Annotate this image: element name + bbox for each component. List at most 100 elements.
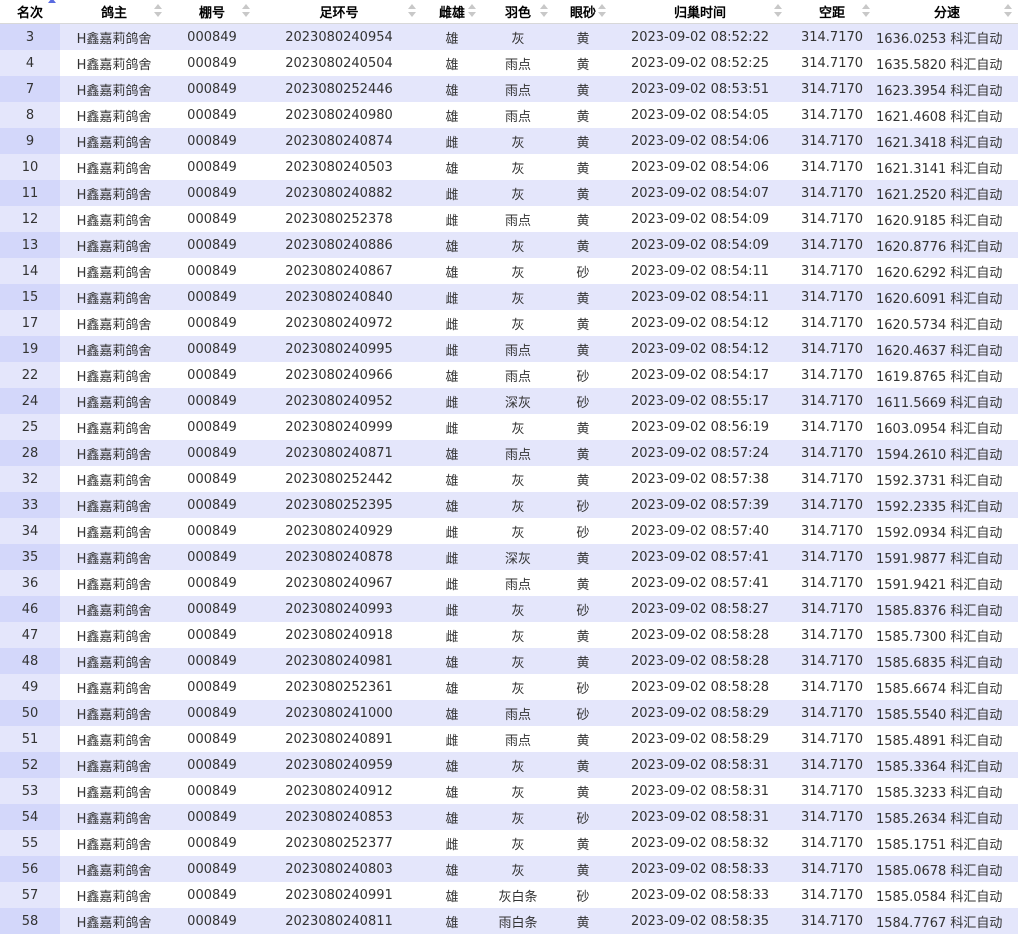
eye-sand-cell: 黄 xyxy=(554,648,612,674)
loft-cell: 000849 xyxy=(168,882,256,908)
column-header-color[interactable]: 羽色 xyxy=(482,0,554,24)
sort-icon[interactable] xyxy=(242,4,250,18)
table-row[interactable]: 47H鑫嘉莉鸽舍0008492023080240918雌灰黄2023-09-02… xyxy=(0,622,1018,648)
table-row[interactable]: 57H鑫嘉莉鸽舍0008492023080240991雄灰白条砂2023-09-… xyxy=(0,882,1018,908)
rank-cell: 55 xyxy=(0,830,60,856)
table-row[interactable]: 11H鑫嘉莉鸽舍0008492023080240882雌灰黄2023-09-02… xyxy=(0,180,1018,206)
table-row[interactable]: 15H鑫嘉莉鸽舍0008492023080240840雌灰黄2023-09-02… xyxy=(0,284,1018,310)
table-row[interactable]: 10H鑫嘉莉鸽舍0008492023080240503雄灰黄2023-09-02… xyxy=(0,154,1018,180)
distance-cell: 314.7170 xyxy=(788,648,876,674)
speed-cell: 1591.9877 科汇自动 xyxy=(876,544,1018,570)
column-header-sex[interactable]: 雌雄 xyxy=(422,0,482,24)
sort-icon[interactable] xyxy=(862,4,870,18)
table-row[interactable]: 55H鑫嘉莉鸽舍0008492023080252377雌灰黄2023-09-02… xyxy=(0,830,1018,856)
table-row[interactable]: 25H鑫嘉莉鸽舍0008492023080240999雌灰黄2023-09-02… xyxy=(0,414,1018,440)
table-row[interactable]: 32H鑫嘉莉鸽舍0008492023080252442雄灰黄2023-09-02… xyxy=(0,466,1018,492)
sex-cell: 雌 xyxy=(422,596,482,622)
arrival-time-cell: 2023-09-02 08:57:40 xyxy=(612,518,788,544)
table-row[interactable]: 53H鑫嘉莉鸽舍0008492023080240912雄灰黄2023-09-02… xyxy=(0,778,1018,804)
ring-number-cell: 2023080240981 xyxy=(256,648,422,674)
eye-sand-cell: 砂 xyxy=(554,388,612,414)
table-row[interactable]: 54H鑫嘉莉鸽舍0008492023080240853雄灰砂2023-09-02… xyxy=(0,804,1018,830)
arrival-time-cell: 2023-09-02 08:54:05 xyxy=(612,102,788,128)
speed-cell: 1621.3418 科汇自动 xyxy=(876,128,1018,154)
sort-icon[interactable] xyxy=(468,4,476,18)
column-header-rank[interactable]: 名次 xyxy=(0,0,60,24)
table-row[interactable]: 48H鑫嘉莉鸽舍0008492023080240981雄灰黄2023-09-02… xyxy=(0,648,1018,674)
table-row[interactable]: 17H鑫嘉莉鸽舍0008492023080240972雌灰黄2023-09-02… xyxy=(0,310,1018,336)
speed-cell: 1585.1751 科汇自动 xyxy=(876,830,1018,856)
speed-cell: 1585.7300 科汇自动 xyxy=(876,622,1018,648)
table-row[interactable]: 50H鑫嘉莉鸽舍0008492023080241000雄雨点砂2023-09-0… xyxy=(0,700,1018,726)
speed-cell: 1584.7767 科汇自动 xyxy=(876,908,1018,934)
column-header-speed[interactable]: 分速 xyxy=(876,0,1018,24)
sex-cell: 雄 xyxy=(422,492,482,518)
table-row[interactable]: 46H鑫嘉莉鸽舍0008492023080240993雌灰砂2023-09-02… xyxy=(0,596,1018,622)
sex-cell: 雄 xyxy=(422,102,482,128)
column-header-eye[interactable]: 眼砂 xyxy=(554,0,612,24)
table-row[interactable]: 51H鑫嘉莉鸽舍0008492023080240891雌雨点黄2023-09-0… xyxy=(0,726,1018,752)
owner-cell: H鑫嘉莉鸽舍 xyxy=(60,674,168,700)
arrival-time-cell: 2023-09-02 08:58:28 xyxy=(612,674,788,700)
table-row[interactable]: 12H鑫嘉莉鸽舍0008492023080252378雌雨点黄2023-09-0… xyxy=(0,206,1018,232)
loft-cell: 000849 xyxy=(168,700,256,726)
table-row[interactable]: 9H鑫嘉莉鸽舍0008492023080240874雌灰黄2023-09-02 … xyxy=(0,128,1018,154)
sort-icon[interactable] xyxy=(408,4,416,18)
table-row[interactable]: 58H鑫嘉莉鸽舍0008492023080240811雄雨白条黄2023-09-… xyxy=(0,908,1018,934)
feather-color-cell: 灰 xyxy=(482,492,554,518)
owner-cell: H鑫嘉莉鸽舍 xyxy=(60,648,168,674)
table-row[interactable]: 35H鑫嘉莉鸽舍0008492023080240878雌深灰黄2023-09-0… xyxy=(0,544,1018,570)
sort-icon[interactable] xyxy=(540,4,548,18)
owner-cell: H鑫嘉莉鸽舍 xyxy=(60,440,168,466)
column-header-ring[interactable]: 足环号 xyxy=(256,0,422,24)
loft-cell: 000849 xyxy=(168,50,256,76)
rank-cell: 24 xyxy=(0,388,60,414)
table-row[interactable]: 22H鑫嘉莉鸽舍0008492023080240966雄雨点砂2023-09-0… xyxy=(0,362,1018,388)
rank-cell: 33 xyxy=(0,492,60,518)
sex-cell: 雄 xyxy=(422,258,482,284)
table-row[interactable]: 7H鑫嘉莉鸽舍0008492023080252446雄雨点黄2023-09-02… xyxy=(0,76,1018,102)
table-row[interactable]: 19H鑫嘉莉鸽舍0008492023080240995雌雨点黄2023-09-0… xyxy=(0,336,1018,362)
table-row[interactable]: 13H鑫嘉莉鸽舍0008492023080240886雄灰黄2023-09-02… xyxy=(0,232,1018,258)
table-row[interactable]: 36H鑫嘉莉鸽舍0008492023080240967雌雨点黄2023-09-0… xyxy=(0,570,1018,596)
table-row[interactable]: 28H鑫嘉莉鸽舍0008492023080240871雄雨点黄2023-09-0… xyxy=(0,440,1018,466)
table-row[interactable]: 33H鑫嘉莉鸽舍0008492023080252395雄灰砂2023-09-02… xyxy=(0,492,1018,518)
feather-color-cell: 雨点 xyxy=(482,206,554,232)
sort-ascending-icon[interactable] xyxy=(48,0,56,12)
sex-cell: 雌 xyxy=(422,128,482,154)
table-row[interactable]: 8H鑫嘉莉鸽舍0008492023080240980雄雨点黄2023-09-02… xyxy=(0,102,1018,128)
table-row[interactable]: 34H鑫嘉莉鸽舍0008492023080240929雌灰砂2023-09-02… xyxy=(0,518,1018,544)
ring-number-cell: 2023080252442 xyxy=(256,466,422,492)
ring-number-cell: 2023080240871 xyxy=(256,440,422,466)
table-row[interactable]: 49H鑫嘉莉鸽舍0008492023080252361雄灰砂2023-09-02… xyxy=(0,674,1018,700)
table-row[interactable]: 52H鑫嘉莉鸽舍0008492023080240959雄灰黄2023-09-02… xyxy=(0,752,1018,778)
distance-cell: 314.7170 xyxy=(788,596,876,622)
sex-cell: 雄 xyxy=(422,648,482,674)
owner-cell: H鑫嘉莉鸽舍 xyxy=(60,622,168,648)
sort-icon[interactable] xyxy=(1004,4,1012,18)
sort-icon[interactable] xyxy=(598,4,606,18)
column-header-loft[interactable]: 棚号 xyxy=(168,0,256,24)
sex-cell: 雄 xyxy=(422,752,482,778)
table-row[interactable]: 24H鑫嘉莉鸽舍0008492023080240952雌深灰砂2023-09-0… xyxy=(0,388,1018,414)
arrival-time-cell: 2023-09-02 08:57:24 xyxy=(612,440,788,466)
eye-sand-cell: 砂 xyxy=(554,518,612,544)
column-header-distance[interactable]: 空距 xyxy=(788,0,876,24)
table-row[interactable]: 4H鑫嘉莉鸽舍0008492023080240504雄雨点黄2023-09-02… xyxy=(0,50,1018,76)
arrival-time-cell: 2023-09-02 08:58:27 xyxy=(612,596,788,622)
owner-cell: H鑫嘉莉鸽舍 xyxy=(60,778,168,804)
table-row[interactable]: 14H鑫嘉莉鸽舍0008492023080240867雄灰砂2023-09-02… xyxy=(0,258,1018,284)
distance-cell: 314.7170 xyxy=(788,258,876,284)
loft-cell: 000849 xyxy=(168,154,256,180)
distance-cell: 314.7170 xyxy=(788,206,876,232)
table-row[interactable]: 3H鑫嘉莉鸽舍0008492023080240954雄灰黄2023-09-02 … xyxy=(0,24,1018,51)
table-row[interactable]: 56H鑫嘉莉鸽舍0008492023080240803雄灰黄2023-09-02… xyxy=(0,856,1018,882)
loft-cell: 000849 xyxy=(168,284,256,310)
arrival-time-cell: 2023-09-02 08:57:38 xyxy=(612,466,788,492)
sort-icon[interactable] xyxy=(154,4,162,18)
column-header-arrival[interactable]: 归巢时间 xyxy=(612,0,788,24)
eye-sand-cell: 砂 xyxy=(554,596,612,622)
column-header-owner[interactable]: 鸽主 xyxy=(60,0,168,24)
sex-cell: 雄 xyxy=(422,362,482,388)
sort-icon[interactable] xyxy=(774,4,782,18)
